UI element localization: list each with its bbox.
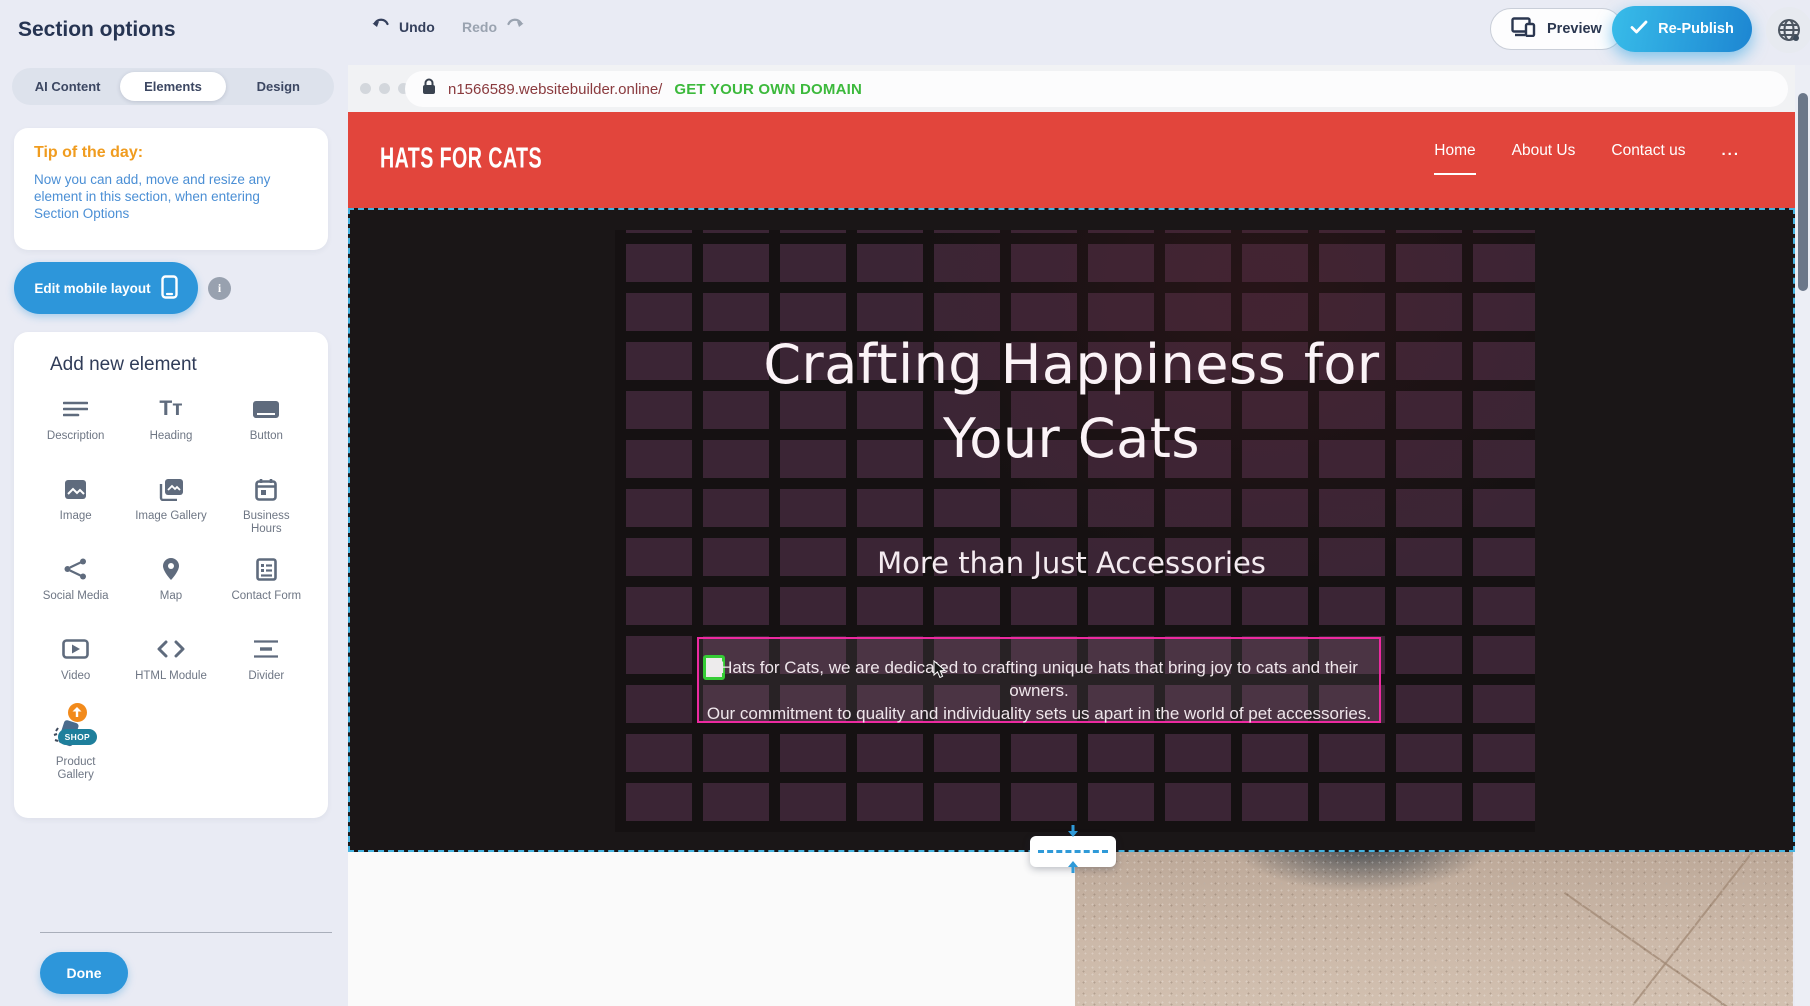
- selected-text-element[interactable]: Hats for Cats, we are dedicated to craft…: [697, 637, 1381, 723]
- hero-section-selected[interactable]: Crafting Happiness for Your Cats More th…: [348, 208, 1795, 852]
- tip-title: Tip of the day:: [34, 144, 308, 162]
- hero-paragraph: Hats for Cats, we are dedicated to craft…: [699, 656, 1379, 725]
- tip-of-the-day-card: Tip of the day: Now you can add, move an…: [14, 128, 328, 250]
- window-dots: [360, 83, 409, 94]
- republish-label: Re-Publish: [1658, 21, 1734, 37]
- hero-heading-line1: Crafting Happiness for: [350, 328, 1793, 402]
- add-new-element-title: Add new element: [50, 354, 197, 376]
- arrow-up-icon: [1065, 859, 1081, 880]
- edit-mobile-layout-button[interactable]: Edit mobile layout: [14, 262, 198, 314]
- tile-grout-line: [1633, 852, 1793, 1004]
- tab-elements[interactable]: Elements: [120, 72, 225, 101]
- scrollbar-track[interactable]: [1795, 65, 1810, 1006]
- brick-pattern-background: [615, 230, 1535, 832]
- undo-label: Undo: [399, 19, 435, 35]
- republish-button[interactable]: Re-Publish: [1612, 6, 1752, 52]
- heading-icon: Tт: [159, 395, 182, 423]
- element-heading[interactable]: Tт Heading: [123, 384, 218, 464]
- element-video[interactable]: Video: [28, 624, 123, 704]
- done-button[interactable]: Done: [40, 952, 128, 994]
- element-button[interactable]: Button: [219, 384, 314, 464]
- business-hours-icon: [255, 475, 277, 503]
- element-product-gallery[interactable]: SHOP Product Gallery: [28, 704, 123, 784]
- check-icon: [1630, 20, 1648, 38]
- edit-mobile-label: Edit mobile layout: [34, 281, 150, 296]
- redo-icon: [504, 17, 524, 36]
- nav-more-button[interactable]: ...: [1721, 142, 1740, 159]
- paragraph-line2: Our commitment to quality and individual…: [699, 702, 1379, 725]
- panel-title: Section options: [18, 18, 176, 42]
- browser-chrome: n1566589.websitebuilder.online/ GET YOUR…: [348, 65, 1795, 112]
- paragraph-line1: Hats for Cats, we are dedicated to craft…: [699, 656, 1379, 702]
- site-nav: Home About Us Contact us ...: [1434, 142, 1740, 175]
- devices-icon: [1511, 17, 1537, 41]
- element-description[interactable]: Description: [28, 384, 123, 464]
- undo-icon: [372, 17, 392, 36]
- mouse-cursor: [933, 660, 948, 685]
- element-divider[interactable]: Divider: [219, 624, 314, 704]
- next-section-blank: [348, 852, 1075, 1006]
- section-resize-handle[interactable]: [1030, 836, 1116, 867]
- tab-design[interactable]: Design: [226, 72, 331, 101]
- next-section-image: [1075, 852, 1793, 1006]
- language-globe-button[interactable]: [1766, 7, 1810, 53]
- html-module-icon: [157, 635, 185, 663]
- nav-item-home[interactable]: Home: [1434, 142, 1475, 175]
- preview-button[interactable]: Preview: [1490, 8, 1623, 50]
- nav-item-contact[interactable]: Contact us: [1611, 142, 1685, 173]
- elements-grid: Description Tт Heading Button Image Imag…: [28, 384, 314, 784]
- element-contact-form[interactable]: Contact Form: [219, 544, 314, 624]
- tip-body: Now you can add, move and resize any ele…: [34, 171, 308, 222]
- image-gallery-icon: [158, 475, 184, 503]
- upgrade-arrow-icon: [68, 703, 87, 722]
- contact-form-icon: [256, 555, 277, 583]
- lock-icon: [422, 78, 436, 100]
- site-url: n1566589.websitebuilder.online/: [448, 81, 662, 98]
- site-logo[interactable]: HATS FOR CATS: [380, 142, 542, 175]
- element-image[interactable]: Image: [28, 464, 123, 544]
- divider-icon: [253, 635, 279, 663]
- address-bar[interactable]: n1566589.websitebuilder.online/ GET YOUR…: [405, 71, 1788, 107]
- element-business-hours[interactable]: Business Hours: [219, 464, 314, 544]
- redo-button[interactable]: Redo: [462, 17, 524, 36]
- add-new-element-card: Add new element Description Tт Heading B…: [14, 332, 328, 818]
- button-icon: [252, 395, 280, 423]
- product-gallery-icon: SHOP: [52, 715, 100, 749]
- panel-tabs: AI Content Elements Design: [12, 68, 334, 105]
- video-icon: [62, 635, 89, 663]
- site-header: HATS FOR CATS Home About Us Contact us .…: [348, 112, 1795, 208]
- smartphone-icon: [161, 275, 178, 302]
- get-domain-link[interactable]: GET YOUR OWN DOMAIN: [674, 81, 862, 98]
- info-icon[interactable]: i: [208, 277, 231, 300]
- element-social-media[interactable]: Social Media: [28, 544, 123, 624]
- social-media-icon: [64, 555, 87, 583]
- element-image-gallery[interactable]: Image Gallery: [123, 464, 218, 544]
- panel-divider: [40, 932, 332, 933]
- scrollbar-thumb[interactable]: [1798, 93, 1808, 291]
- image-icon: [64, 475, 87, 503]
- nav-item-about[interactable]: About Us: [1512, 142, 1576, 173]
- redo-label: Redo: [462, 19, 497, 35]
- hero-heading-line2: Your Cats: [350, 402, 1793, 476]
- arrow-down-icon: [1065, 823, 1081, 844]
- globe-icon: [1776, 17, 1802, 43]
- element-map[interactable]: Map: [123, 544, 218, 624]
- tab-ai-content[interactable]: AI Content: [15, 72, 120, 101]
- element-html-module[interactable]: HTML Module: [123, 624, 218, 704]
- shop-badge: SHOP: [58, 729, 97, 745]
- hero-subheading[interactable]: More than Just Accessories: [350, 546, 1793, 580]
- description-icon: [63, 395, 88, 423]
- resize-dashed-line: [1038, 850, 1108, 853]
- tile-grout-line: [1564, 892, 1793, 1006]
- section-options-panel: Section options AI Content Elements Desi…: [0, 0, 348, 1006]
- preview-label: Preview: [1547, 21, 1602, 37]
- map-pin-icon: [162, 555, 180, 583]
- hero-heading[interactable]: Crafting Happiness for Your Cats: [350, 328, 1793, 476]
- undo-button[interactable]: Undo: [372, 17, 435, 36]
